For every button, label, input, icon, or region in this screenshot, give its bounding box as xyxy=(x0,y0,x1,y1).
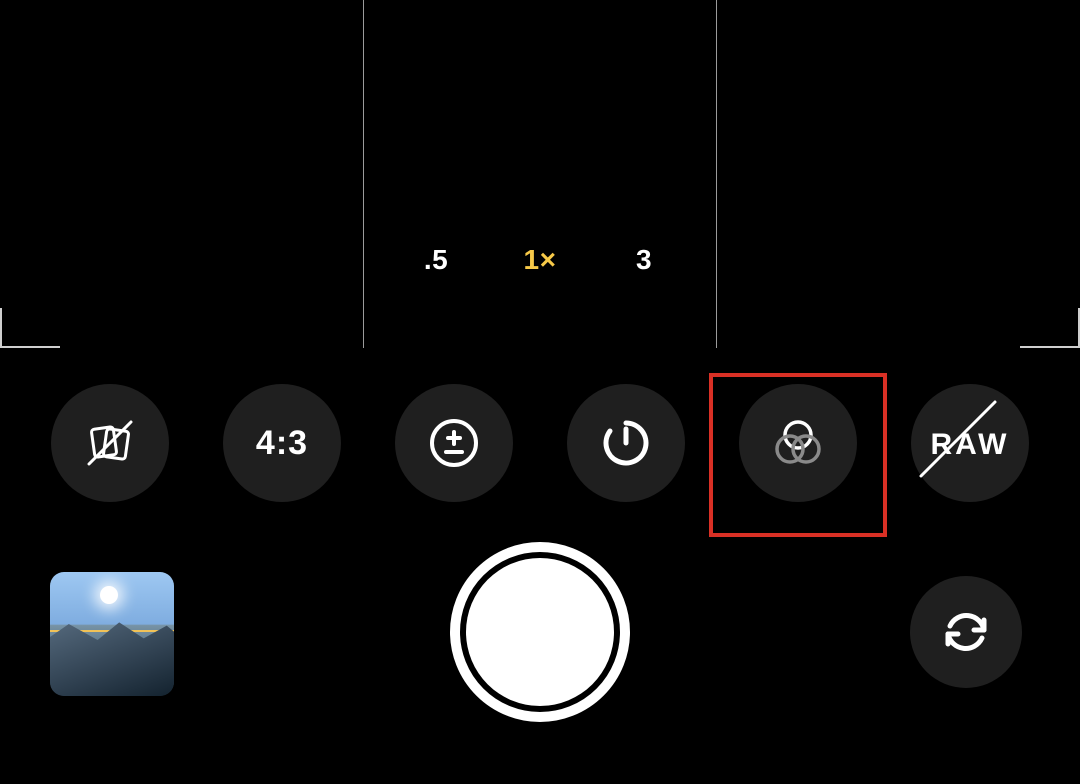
thumbnail-overlay xyxy=(50,630,174,632)
live-photo-off-icon xyxy=(81,414,139,472)
exposure-button[interactable] xyxy=(395,384,513,502)
timer-icon xyxy=(600,417,652,469)
exposure-icon xyxy=(427,416,481,470)
shutter-button[interactable] xyxy=(450,542,630,722)
grid-line xyxy=(363,0,364,348)
zoom-option-0.5x[interactable]: .5 xyxy=(419,244,453,276)
frame-corner xyxy=(0,346,60,348)
zoom-selector: .5 1× 3 xyxy=(0,244,1080,276)
thumbnail-arrow-icon xyxy=(84,640,98,656)
grid-line xyxy=(716,0,717,348)
camera-controls-row: 4:3 xyxy=(0,384,1080,502)
timer-button[interactable] xyxy=(567,384,685,502)
zoom-option-3x[interactable]: 3 xyxy=(627,244,661,276)
raw-toggle[interactable]: RAW xyxy=(911,384,1029,502)
live-photo-toggle[interactable] xyxy=(51,384,169,502)
frame-corner xyxy=(1020,346,1080,348)
camera-viewfinder[interactable]: .5 1× 3 xyxy=(0,0,1080,348)
aspect-ratio-button[interactable]: 4:3 xyxy=(223,384,341,502)
shutter-inner xyxy=(466,558,614,706)
zoom-option-1x[interactable]: 1× xyxy=(523,244,557,276)
tutorial-highlight xyxy=(709,373,887,537)
last-photo-thumbnail[interactable] xyxy=(50,572,174,696)
aspect-ratio-label: 4:3 xyxy=(256,424,308,463)
flip-camera-icon xyxy=(938,604,994,660)
flip-camera-button[interactable] xyxy=(910,576,1022,688)
raw-off-icon: RAW xyxy=(931,424,1010,463)
frame-corner xyxy=(0,308,2,348)
